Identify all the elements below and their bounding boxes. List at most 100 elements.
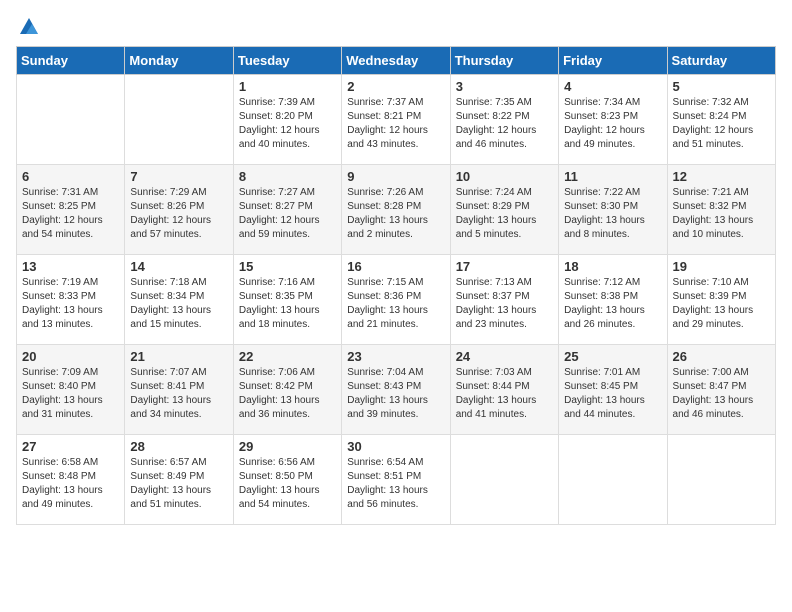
calendar-day-cell: 11 Sunrise: 7:22 AM Sunset: 8:30 PM Dayli…: [559, 165, 667, 255]
calendar-day-cell: 22 Sunrise: 7:06 AM Sunset: 8:42 PM Dayli…: [233, 345, 341, 435]
calendar-day-cell: 17Sunrise: 7:13 AM Sunset: 8:37 PM Dayli…: [450, 255, 558, 345]
day-info: Sunrise: 7:15 AM Sunset: 8:36 PM Dayligh…: [347, 276, 444, 332]
day-number: 22: [239, 349, 336, 364]
day-number: 2: [347, 79, 444, 94]
calendar-day-cell: 25 Sunrise: 7:01 AM Sunset: 8:45 PM Dayli…: [559, 345, 667, 435]
calendar-week-row: 13 Sunrise: 7:19 AM Sunset: 8:33 PM Dayli…: [17, 255, 776, 345]
column-header-saturday: Saturday: [667, 47, 775, 75]
calendar-day-cell: 30 Sunrise: 6:54 AM Sunset: 8:51 PM Dayli…: [342, 435, 450, 525]
day-number: 6: [22, 169, 119, 184]
day-info: Sunrise: 6:58 AM Sunset: 8:48 PM Dayligh…: [22, 456, 119, 512]
day-info: Sunrise: 6:56 AM Sunset: 8:50 PM Dayligh…: [239, 456, 336, 512]
day-number: 13: [22, 259, 119, 274]
day-number: 8: [239, 169, 336, 184]
calendar-day-cell: 9 Sunrise: 7:26 AM Sunset: 8:28 PM Daylig…: [342, 165, 450, 255]
day-info: Sunrise: 7:13 AM Sunset: 8:37 PM Dayligh…: [456, 276, 553, 332]
day-number: 21: [130, 349, 227, 364]
day-number: 1: [239, 79, 336, 94]
calendar-week-row: 27 Sunrise: 6:58 AM Sunset: 8:48 PM Dayli…: [17, 435, 776, 525]
calendar-day-cell: 27 Sunrise: 6:58 AM Sunset: 8:48 PM Dayli…: [17, 435, 125, 525]
logo-icon: [18, 16, 40, 38]
calendar-day-cell: 21 Sunrise: 7:07 AM Sunset: 8:41 PM Dayli…: [125, 345, 233, 435]
day-number: 25: [564, 349, 661, 364]
calendar-week-row: 1Sunrise: 7:39 AM Sunset: 8:20 PM Daylig…: [17, 75, 776, 165]
day-info: Sunrise: 6:54 AM Sunset: 8:51 PM Dayligh…: [347, 456, 444, 512]
calendar-day-cell: 23 Sunrise: 7:04 AM Sunset: 8:43 PM Dayli…: [342, 345, 450, 435]
day-number: 23: [347, 349, 444, 364]
day-info: Sunrise: 7:19 AM Sunset: 8:33 PM Dayligh…: [22, 276, 119, 332]
calendar-day-cell: 2 Sunrise: 7:37 AM Sunset: 8:21 PM Daylig…: [342, 75, 450, 165]
calendar-day-cell: 16 Sunrise: 7:15 AM Sunset: 8:36 PM Dayli…: [342, 255, 450, 345]
calendar-day-cell: 6 Sunrise: 7:31 AM Sunset: 8:25 PM Daylig…: [17, 165, 125, 255]
calendar-day-cell: 14 Sunrise: 7:18 AM Sunset: 8:34 PM Dayli…: [125, 255, 233, 345]
calendar-day-cell: 19 Sunrise: 7:10 AM Sunset: 8:39 PM Dayli…: [667, 255, 775, 345]
column-header-friday: Friday: [559, 47, 667, 75]
day-info: Sunrise: 7:04 AM Sunset: 8:43 PM Dayligh…: [347, 366, 444, 422]
day-info: Sunrise: 7:03 AM Sunset: 8:44 PM Dayligh…: [456, 366, 553, 422]
calendar-day-cell: 8Sunrise: 7:27 AM Sunset: 8:27 PM Daylig…: [233, 165, 341, 255]
day-number: 19: [673, 259, 770, 274]
calendar-day-cell: 24 Sunrise: 7:03 AM Sunset: 8:44 PM Dayli…: [450, 345, 558, 435]
calendar-day-cell: 13 Sunrise: 7:19 AM Sunset: 8:33 PM Dayli…: [17, 255, 125, 345]
day-info: Sunrise: 7:00 AM Sunset: 8:47 PM Dayligh…: [673, 366, 770, 422]
day-info: Sunrise: 7:01 AM Sunset: 8:45 PM Dayligh…: [564, 366, 661, 422]
day-number: 20: [22, 349, 119, 364]
day-number: 30: [347, 439, 444, 454]
calendar-day-cell: 1Sunrise: 7:39 AM Sunset: 8:20 PM Daylig…: [233, 75, 341, 165]
day-number: 10: [456, 169, 553, 184]
day-number: 3: [456, 79, 553, 94]
column-header-tuesday: Tuesday: [233, 47, 341, 75]
logo: [16, 16, 40, 38]
calendar-day-cell: 4 Sunrise: 7:34 AM Sunset: 8:23 PM Daylig…: [559, 75, 667, 165]
day-number: 29: [239, 439, 336, 454]
day-number: 11: [564, 169, 661, 184]
day-info: Sunrise: 7:32 AM Sunset: 8:24 PM Dayligh…: [673, 96, 770, 152]
day-info: Sunrise: 7:07 AM Sunset: 8:41 PM Dayligh…: [130, 366, 227, 422]
calendar-day-cell: 28Sunrise: 6:57 AM Sunset: 8:49 PM Dayli…: [125, 435, 233, 525]
day-number: 14: [130, 259, 227, 274]
day-number: 12: [673, 169, 770, 184]
day-info: Sunrise: 7:18 AM Sunset: 8:34 PM Dayligh…: [130, 276, 227, 332]
day-number: 24: [456, 349, 553, 364]
calendar-day-cell: [125, 75, 233, 165]
day-number: 18: [564, 259, 661, 274]
column-header-sunday: Sunday: [17, 47, 125, 75]
day-info: Sunrise: 7:37 AM Sunset: 8:21 PM Dayligh…: [347, 96, 444, 152]
day-number: 15: [239, 259, 336, 274]
column-header-wednesday: Wednesday: [342, 47, 450, 75]
day-number: 16: [347, 259, 444, 274]
day-number: 28: [130, 439, 227, 454]
calendar-day-cell: 15Sunrise: 7:16 AM Sunset: 8:35 PM Dayli…: [233, 255, 341, 345]
calendar-day-cell: [450, 435, 558, 525]
day-number: 5: [673, 79, 770, 94]
day-number: 4: [564, 79, 661, 94]
day-info: Sunrise: 7:12 AM Sunset: 8:38 PM Dayligh…: [564, 276, 661, 332]
calendar-day-cell: [559, 435, 667, 525]
day-number: 27: [22, 439, 119, 454]
day-info: Sunrise: 7:29 AM Sunset: 8:26 PM Dayligh…: [130, 186, 227, 242]
day-info: Sunrise: 7:09 AM Sunset: 8:40 PM Dayligh…: [22, 366, 119, 422]
day-info: Sunrise: 7:22 AM Sunset: 8:30 PM Dayligh…: [564, 186, 661, 242]
column-header-monday: Monday: [125, 47, 233, 75]
day-number: 26: [673, 349, 770, 364]
calendar-day-cell: 3 Sunrise: 7:35 AM Sunset: 8:22 PM Daylig…: [450, 75, 558, 165]
day-info: Sunrise: 7:10 AM Sunset: 8:39 PM Dayligh…: [673, 276, 770, 332]
calendar-day-cell: 18 Sunrise: 7:12 AM Sunset: 8:38 PM Dayli…: [559, 255, 667, 345]
calendar-table: SundayMondayTuesdayWednesdayThursdayFrid…: [16, 46, 776, 525]
calendar-day-cell: 29 Sunrise: 6:56 AM Sunset: 8:50 PM Dayli…: [233, 435, 341, 525]
calendar-day-cell: 10 Sunrise: 7:24 AM Sunset: 8:29 PM Dayli…: [450, 165, 558, 255]
calendar-day-cell: 12Sunrise: 7:21 AM Sunset: 8:32 PM Dayli…: [667, 165, 775, 255]
day-number: 7: [130, 169, 227, 184]
day-info: Sunrise: 7:35 AM Sunset: 8:22 PM Dayligh…: [456, 96, 553, 152]
day-info: Sunrise: 7:26 AM Sunset: 8:28 PM Dayligh…: [347, 186, 444, 242]
calendar-day-cell: 20 Sunrise: 7:09 AM Sunset: 8:40 PM Dayli…: [17, 345, 125, 435]
day-info: Sunrise: 7:06 AM Sunset: 8:42 PM Dayligh…: [239, 366, 336, 422]
day-info: Sunrise: 7:24 AM Sunset: 8:29 PM Dayligh…: [456, 186, 553, 242]
calendar-week-row: 20 Sunrise: 7:09 AM Sunset: 8:40 PM Dayli…: [17, 345, 776, 435]
day-number: 9: [347, 169, 444, 184]
day-info: Sunrise: 7:31 AM Sunset: 8:25 PM Dayligh…: [22, 186, 119, 242]
calendar-day-cell: 7 Sunrise: 7:29 AM Sunset: 8:26 PM Daylig…: [125, 165, 233, 255]
calendar-week-row: 6 Sunrise: 7:31 AM Sunset: 8:25 PM Daylig…: [17, 165, 776, 255]
calendar-day-cell: 26 Sunrise: 7:00 AM Sunset: 8:47 PM Dayli…: [667, 345, 775, 435]
day-info: Sunrise: 7:34 AM Sunset: 8:23 PM Dayligh…: [564, 96, 661, 152]
